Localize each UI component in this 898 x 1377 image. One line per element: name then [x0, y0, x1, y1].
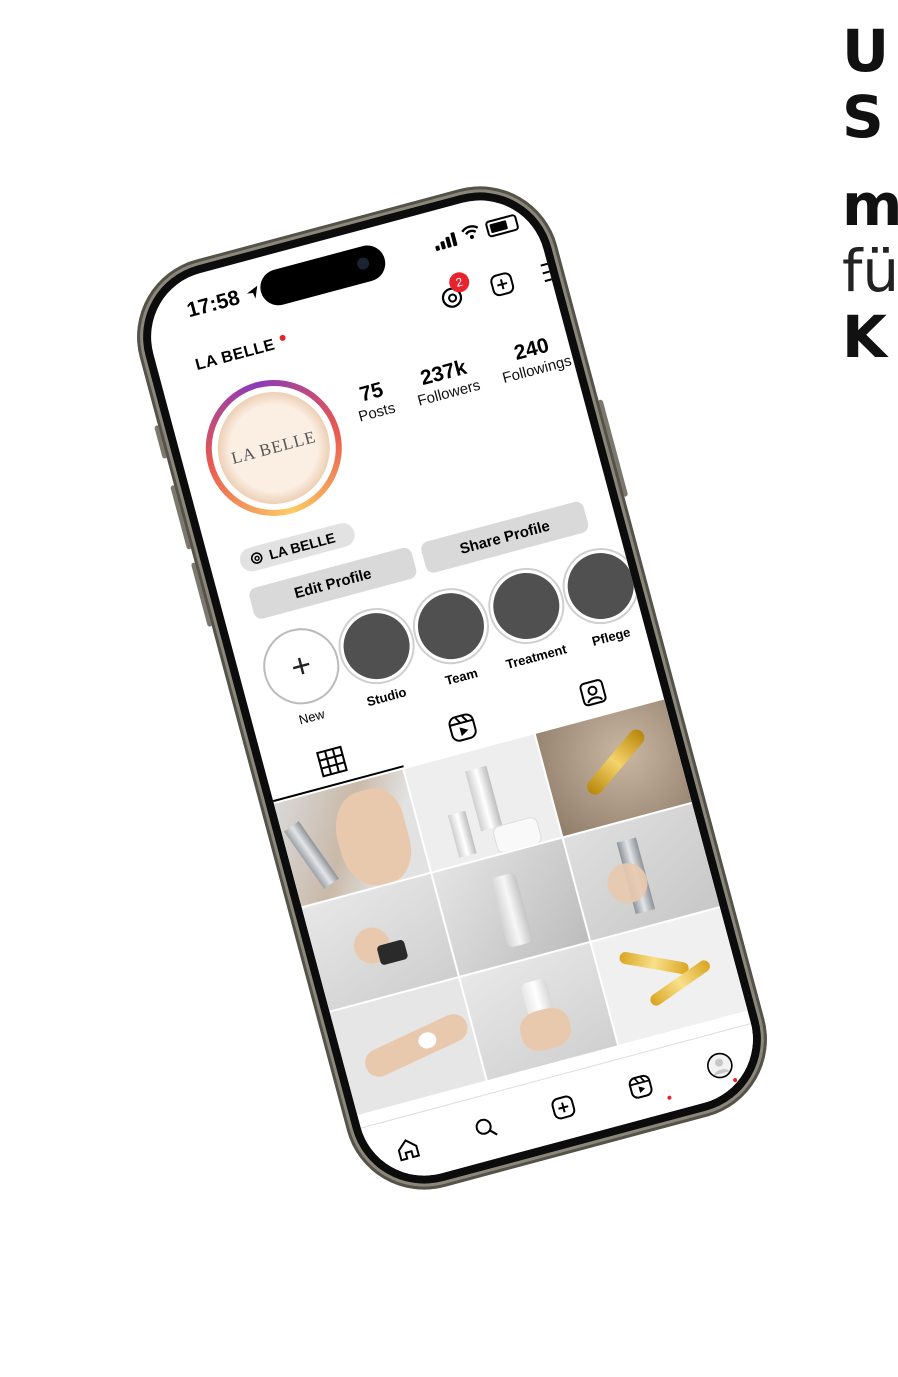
- stat-followers[interactable]: 237k Followers: [410, 354, 482, 410]
- status-time: 17:58: [184, 280, 263, 323]
- plus-square-icon: [551, 1095, 576, 1120]
- highlight-studio[interactable]: Studio: [329, 599, 423, 713]
- gold-ampoule: [618, 951, 690, 976]
- headline-line-2: S: [842, 83, 884, 151]
- highlight-label: Studio: [365, 684, 409, 710]
- model-face: [326, 782, 420, 893]
- headline-line-1: U: [842, 18, 890, 85]
- product-bottle: [465, 765, 503, 832]
- highlight-label: Treatment: [504, 641, 569, 672]
- hand: [360, 1009, 473, 1082]
- plus-icon: +: [260, 625, 342, 707]
- profile-username[interactable]: LA BELLE: [194, 336, 278, 375]
- highlight-cover: [485, 565, 567, 647]
- nav-reels[interactable]: [625, 1071, 657, 1103]
- profile-avatar[interactable]: LA BELLE: [190, 364, 358, 532]
- product-bottle: [448, 810, 477, 858]
- search-icon: [475, 1118, 498, 1136]
- stat-posts[interactable]: 75 Posts: [350, 376, 398, 425]
- headline-line-5: K: [842, 303, 887, 370]
- live-dot: [278, 334, 287, 342]
- nav-create[interactable]: [547, 1092, 579, 1124]
- phone-mockup: 17:58 2 LA BELLE LA BELLE 75 Posts 237k …: [119, 168, 785, 1208]
- reels-icon: [629, 1074, 653, 1099]
- threads-handle-text: LA BELLE: [267, 529, 337, 563]
- highlight-label: Pflege: [590, 624, 632, 649]
- plus-square-icon: [490, 272, 515, 297]
- grid-icon: [316, 745, 349, 778]
- highlight-treatment[interactable]: Treatment: [479, 559, 573, 673]
- side-headline: U S m fü K: [842, 18, 898, 370]
- highlight-team[interactable]: Team: [404, 579, 498, 693]
- reels-activity-dot: [666, 1095, 672, 1101]
- status-time-text: 17:58: [184, 286, 243, 323]
- dynamic-island: [256, 241, 390, 310]
- home-icon: [397, 1139, 421, 1162]
- threads-button[interactable]: 2: [436, 270, 472, 314]
- profile-activity-dot: [732, 1077, 738, 1083]
- nav-profile[interactable]: [702, 1048, 736, 1082]
- highlight-cover: [335, 605, 417, 687]
- threads-small-icon: [250, 552, 263, 564]
- profile-stats: 75 Posts 237k Followers 240 Followings: [350, 329, 574, 426]
- product-bottle: [489, 871, 534, 949]
- reels-icon: [448, 713, 477, 742]
- wifi-icon: [459, 221, 484, 246]
- headline-line-4: fü: [842, 237, 898, 305]
- highlight-label: Team: [443, 665, 480, 689]
- create-button[interactable]: [486, 268, 518, 300]
- status-icons: [432, 212, 521, 255]
- nav-search[interactable]: [470, 1112, 502, 1144]
- highlight-new[interactable]: + New: [254, 619, 348, 733]
- profile-avatar-icon: [706, 1052, 733, 1079]
- hand: [516, 1003, 576, 1056]
- avatar-logo-text: LA BELLE: [229, 427, 319, 468]
- stat-followings[interactable]: 240 Followings: [494, 329, 574, 387]
- front-camera: [355, 256, 371, 271]
- headline-line-3: m: [842, 171, 898, 239]
- tagged-person-icon: [579, 679, 607, 707]
- highlight-cover: [410, 585, 492, 667]
- cellular-signal-icon: [433, 231, 458, 251]
- highlight-label: New: [297, 706, 327, 728]
- gold-ampoule: [583, 726, 648, 799]
- battery-icon: [484, 213, 520, 239]
- nav-home[interactable]: [392, 1133, 424, 1165]
